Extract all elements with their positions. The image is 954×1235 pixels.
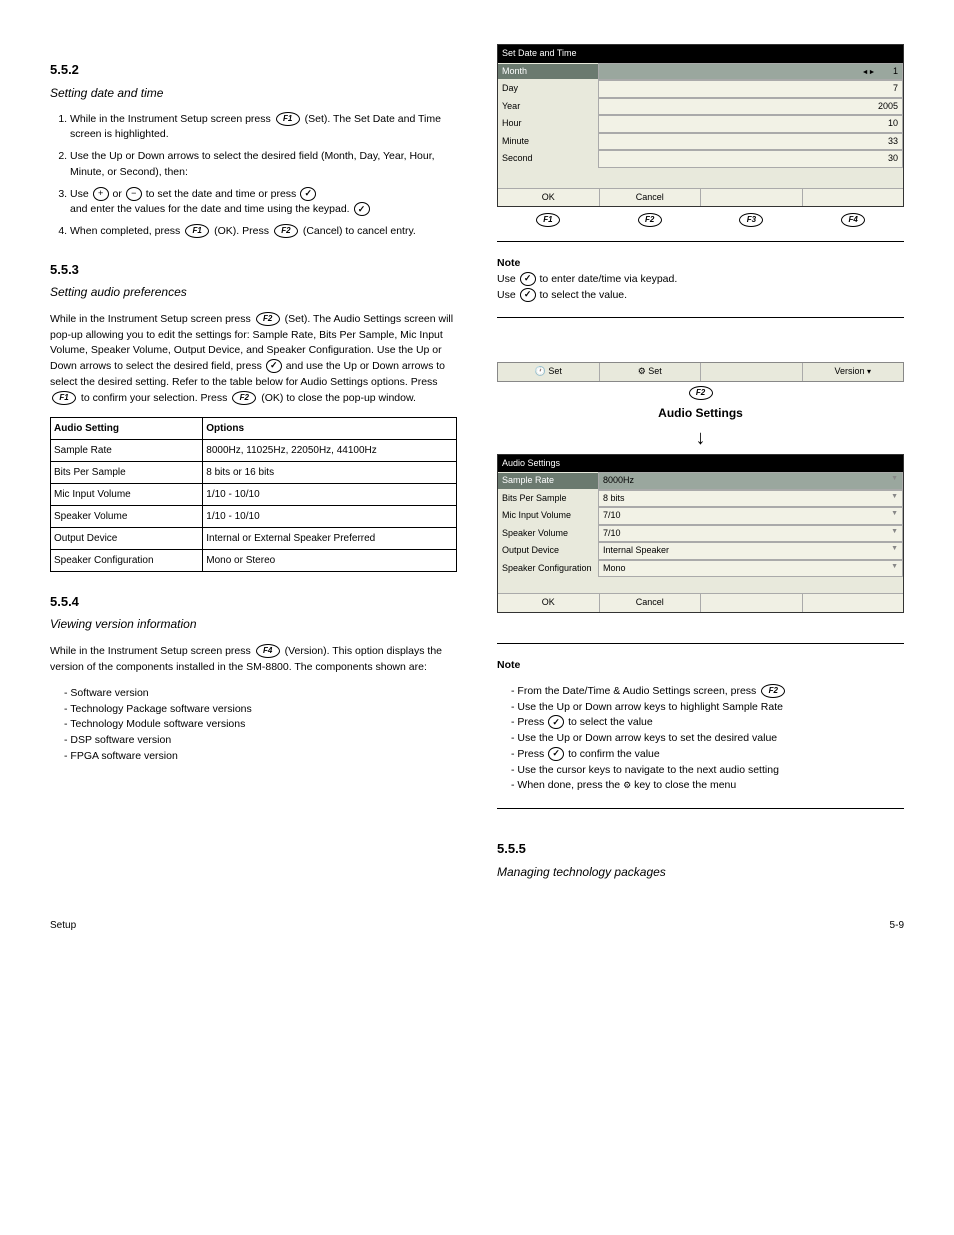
note-block-2: Note From the Date/Time & Audio Settings… bbox=[497, 658, 904, 795]
audio-options-table: Audio Setting Options Sample Rate8000Hz,… bbox=[50, 417, 457, 572]
right-column: Set Date and Time Month ◄► 1 Day7 Year20… bbox=[497, 40, 904, 891]
fkey-row: F1 F2 F3 F4 bbox=[497, 213, 904, 227]
components-list: Software version Technology Package soft… bbox=[50, 686, 457, 765]
cancel-button[interactable]: Cancel bbox=[600, 189, 702, 207]
audio-settings-label: Audio Settings bbox=[497, 404, 904, 422]
footer-right: 5-9 bbox=[890, 920, 904, 931]
page-footer: Setup 5-9 bbox=[50, 920, 904, 931]
section-5-5-3-title: Setting audio preferences bbox=[50, 283, 457, 301]
set-date-time-dialog: Set Date and Time Month ◄► 1 Day7 Year20… bbox=[497, 44, 904, 207]
check-key-icon: ✓ bbox=[520, 288, 536, 302]
tab-empty bbox=[701, 363, 803, 381]
dialog-row-second[interactable]: Second30 bbox=[498, 150, 903, 168]
section-5-5-3-heading: 5.5.3 bbox=[50, 260, 457, 280]
f4-key-icon: F4 bbox=[256, 644, 280, 658]
gear-icon bbox=[638, 366, 646, 376]
check-key-icon: ✓ bbox=[354, 202, 370, 216]
gear-icon bbox=[623, 779, 631, 791]
dialog-row-speaker-config[interactable]: Speaker ConfigurationMono▼ bbox=[498, 560, 903, 578]
section-5-5-4-title: Viewing version information bbox=[50, 615, 457, 633]
f1-key-icon: F1 bbox=[536, 213, 560, 227]
dialog-title: Audio Settings bbox=[498, 455, 903, 473]
ok-button[interactable]: OK bbox=[498, 594, 600, 612]
check-key-icon: ✓ bbox=[300, 187, 316, 201]
footer-left: Setup bbox=[50, 920, 76, 931]
plus-key-icon: + bbox=[93, 187, 109, 201]
dialog-row-output-device[interactable]: Output DeviceInternal Speaker▼ bbox=[498, 542, 903, 560]
version-paragraph: While in the Instrument Setup screen pre… bbox=[50, 644, 457, 676]
section-5-5-2-title: Setting date and time bbox=[50, 84, 457, 102]
f2-key-icon: F2 bbox=[232, 391, 256, 405]
f1-key-icon: F1 bbox=[276, 112, 300, 126]
instrument-setup-tabbar: Set Set Version ▾ bbox=[497, 362, 904, 382]
section-5-5-2-heading: 5.5.2 bbox=[50, 60, 457, 80]
check-key-icon: ✓ bbox=[548, 747, 564, 761]
f2-key-icon: F2 bbox=[638, 213, 662, 227]
dialog-row-bits[interactable]: Bits Per Sample8 bits▼ bbox=[498, 490, 903, 508]
section-5-5-4-heading: 5.5.4 bbox=[50, 592, 457, 612]
tab-set-clock[interactable]: Set bbox=[498, 363, 600, 381]
cancel-button[interactable]: Cancel bbox=[600, 594, 702, 612]
note-block-1: Note Use ✓ to enter date/time via keypad… bbox=[497, 256, 904, 303]
check-key-icon: ✓ bbox=[548, 715, 564, 729]
dialog-title: Set Date and Time bbox=[498, 45, 903, 63]
check-key-icon: ✓ bbox=[520, 272, 536, 286]
f2-key-icon: F2 bbox=[274, 224, 298, 238]
dialog-row-day[interactable]: Day7 bbox=[498, 80, 903, 98]
ok-button[interactable]: OK bbox=[498, 189, 600, 207]
f1-key-icon: F1 bbox=[185, 224, 209, 238]
date-time-steps: While in the Instrument Setup screen pre… bbox=[50, 112, 457, 240]
dialog-row-minute[interactable]: Minute33 bbox=[498, 133, 903, 151]
audio-settings-dialog: Audio Settings Sample Rate8000Hz▼ Bits P… bbox=[497, 454, 904, 613]
dialog-row-hour[interactable]: Hour10 bbox=[498, 115, 903, 133]
tab-version[interactable]: Version ▾ bbox=[803, 363, 904, 381]
audio-pref-paragraph: While in the Instrument Setup screen pre… bbox=[50, 312, 457, 407]
section-5-5-5-title: Managing technology packages bbox=[497, 863, 904, 881]
dialog-row-month[interactable]: Month ◄► 1 bbox=[498, 63, 903, 81]
dialog-row-mic-vol[interactable]: Mic Input Volume7/10▼ bbox=[498, 507, 903, 525]
dialog-row-year[interactable]: Year2005 bbox=[498, 98, 903, 116]
left-column: 5.5.2 Setting date and time While in the… bbox=[50, 40, 457, 891]
f2-key-icon: F2 bbox=[689, 386, 713, 400]
spinner-icon[interactable]: ◄► bbox=[862, 69, 876, 76]
check-key-icon: ✓ bbox=[266, 359, 282, 373]
clock-icon bbox=[535, 366, 546, 376]
dialog-row-speaker-vol[interactable]: Speaker Volume7/10▼ bbox=[498, 525, 903, 543]
tab-set-audio[interactable]: Set bbox=[600, 363, 702, 381]
f4-key-icon: F4 bbox=[841, 213, 865, 227]
section-5-5-5-heading: 5.5.5 bbox=[497, 839, 904, 859]
f2-key-icon: F2 bbox=[761, 684, 785, 698]
f3-key-icon: F3 bbox=[739, 213, 763, 227]
f1-key-icon: F1 bbox=[52, 391, 76, 405]
dialog-row-sample-rate[interactable]: Sample Rate8000Hz▼ bbox=[498, 472, 903, 490]
arrow-down-icon: ↓ bbox=[497, 428, 904, 448]
minus-key-icon: − bbox=[126, 187, 142, 201]
f2-key-icon: F2 bbox=[256, 312, 280, 326]
